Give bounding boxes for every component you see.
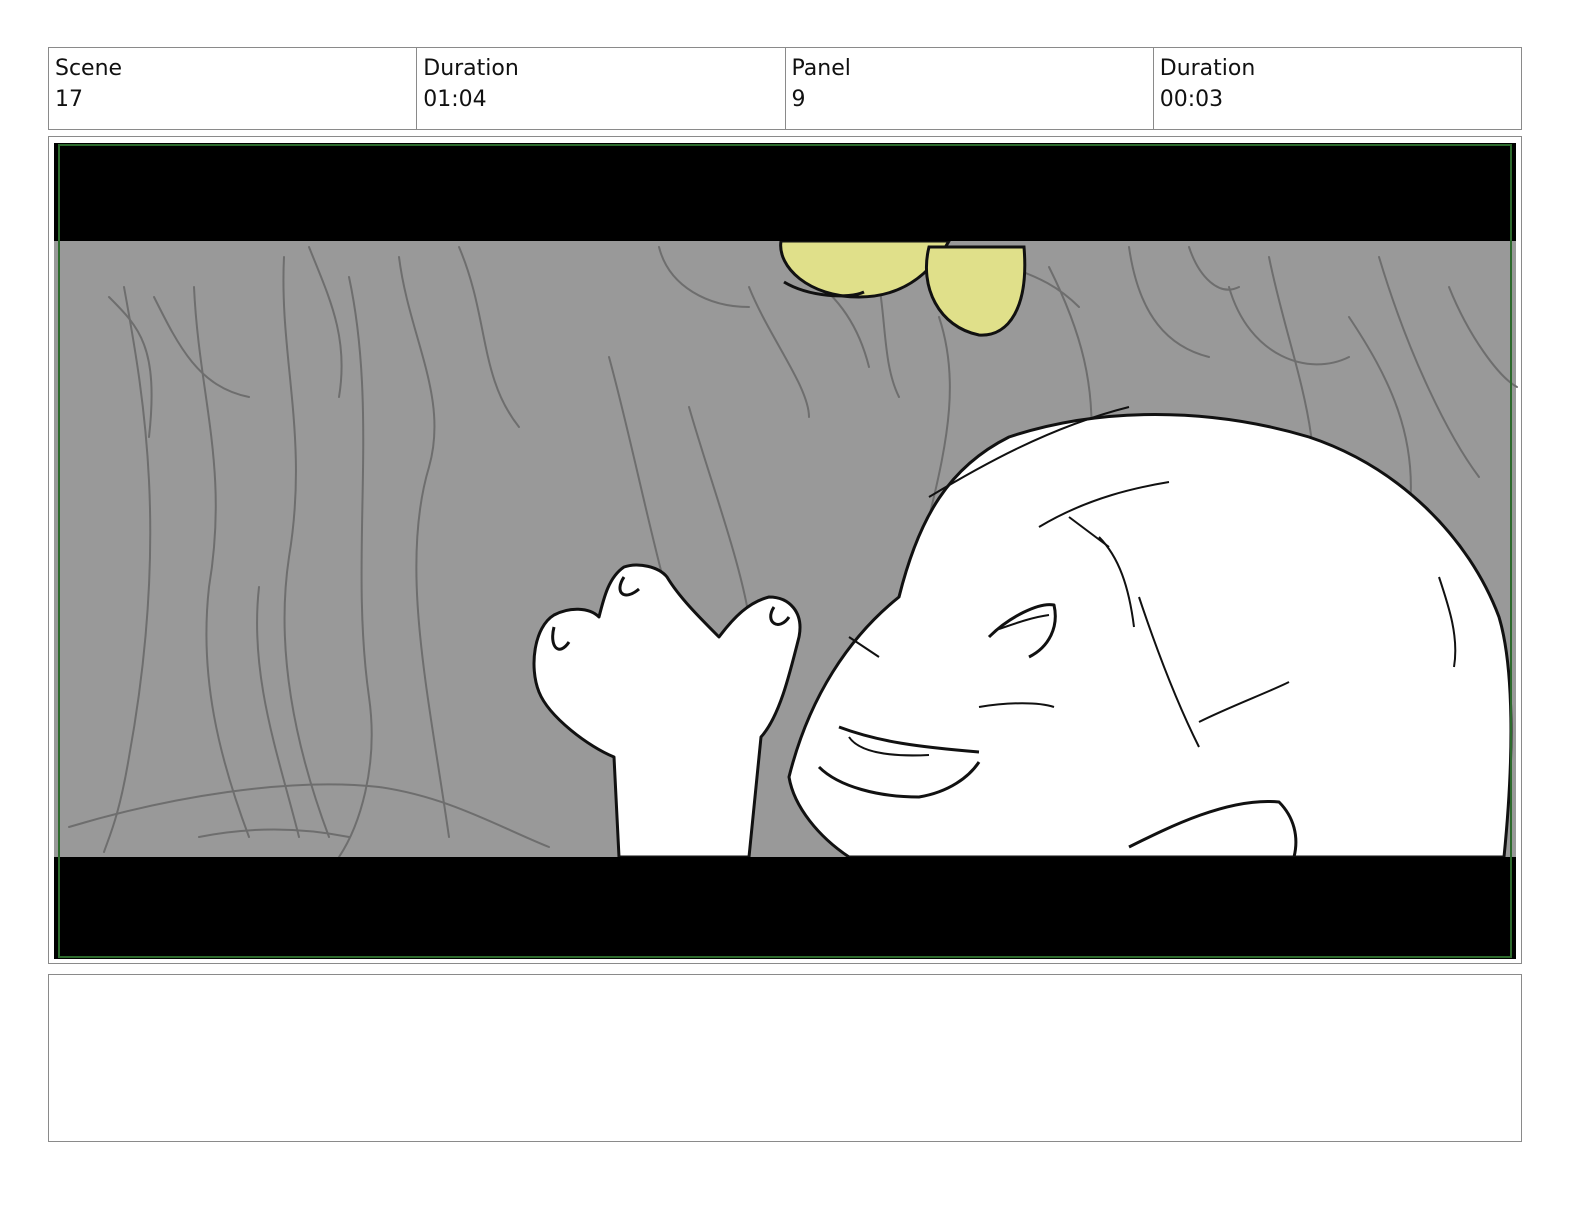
scene-value: 17 xyxy=(55,87,83,112)
panel-label: Panel xyxy=(791,56,851,81)
storyboard-sketch-image xyxy=(54,143,1518,959)
panel-info-header: Scene 17 Duration 01:04 Panel 9 Duration… xyxy=(48,47,1522,130)
panel-notes-box[interactable] xyxy=(48,974,1522,1142)
letterbox-bottom xyxy=(54,857,1516,959)
letterbox-top xyxy=(54,143,1516,241)
scene-cell: Scene 17 xyxy=(49,48,418,129)
panel-cell: Panel 9 xyxy=(786,48,1154,129)
storyboard-panel xyxy=(48,136,1522,964)
scene-duration-cell: Duration 01:04 xyxy=(417,48,786,129)
scene-duration-label: Duration xyxy=(423,56,519,81)
scene-duration-value: 01:04 xyxy=(423,87,487,112)
panel-duration-value: 00:03 xyxy=(1159,87,1224,112)
panel-duration-cell: Duration 00:03 xyxy=(1154,48,1521,129)
panel-value: 9 xyxy=(791,87,806,112)
panel-duration-label: Duration xyxy=(1159,56,1256,81)
scene-label: Scene xyxy=(55,56,123,81)
